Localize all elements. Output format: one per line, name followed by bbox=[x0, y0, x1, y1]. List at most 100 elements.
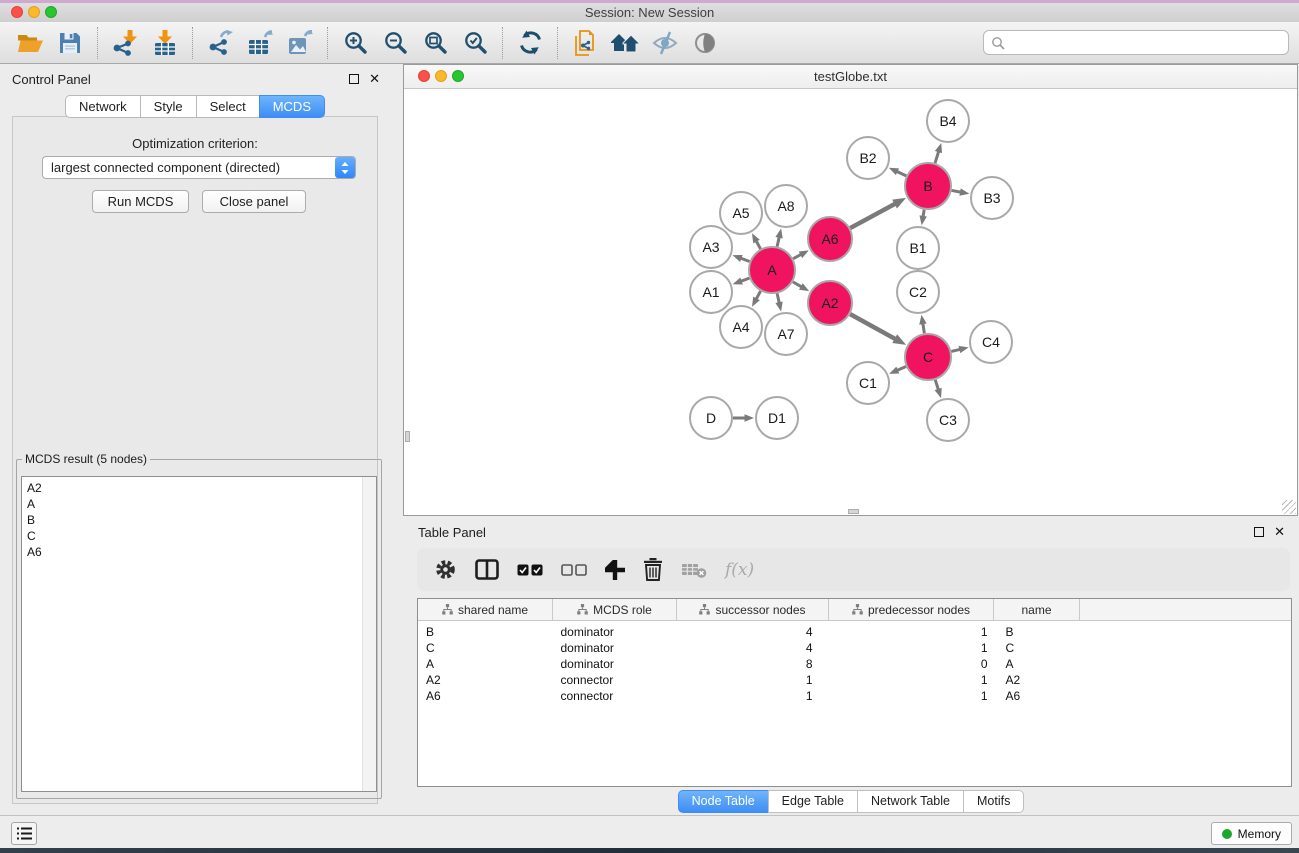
graph-edge-C-C1[interactable] bbox=[889, 367, 906, 374]
tab-edge-table[interactable]: Edge Table bbox=[768, 790, 858, 813]
graph-edge-B-B1[interactable] bbox=[919, 210, 926, 226]
table-cell[interactable]: B bbox=[994, 621, 1080, 641]
show-graphics-details-button[interactable] bbox=[685, 25, 725, 61]
import-table-button[interactable] bbox=[145, 25, 185, 61]
tab-node-table[interactable]: Node Table bbox=[678, 790, 769, 813]
tab-network-table[interactable]: Network Table bbox=[857, 790, 964, 813]
close-window-button[interactable] bbox=[11, 6, 23, 18]
graph-edge-A-A5[interactable] bbox=[752, 233, 761, 249]
table-mode-button[interactable] bbox=[434, 558, 457, 581]
table-cell[interactable]: 1 bbox=[829, 672, 994, 688]
zoom-in-button[interactable] bbox=[335, 25, 375, 61]
tab-motifs[interactable]: Motifs bbox=[963, 790, 1024, 813]
delete-columns-button[interactable] bbox=[643, 558, 663, 581]
table-cell[interactable]: A bbox=[994, 656, 1080, 672]
graph-edge-B-B4[interactable] bbox=[935, 143, 942, 163]
graph-node-B2[interactable]: B2 bbox=[847, 137, 889, 179]
scrollbar-track[interactable] bbox=[362, 477, 376, 791]
close-panel-icon[interactable]: ✕ bbox=[1274, 526, 1285, 538]
graph-edge-A6-B[interactable] bbox=[850, 198, 906, 228]
graph-edge-A-A4[interactable] bbox=[752, 291, 761, 307]
table-cell[interactable]: C bbox=[994, 640, 1080, 656]
close-network-button[interactable] bbox=[418, 70, 430, 82]
graph-node-A7[interactable]: A7 bbox=[765, 313, 807, 355]
table-cell[interactable]: B bbox=[418, 621, 553, 641]
column-header-successor-nodes[interactable]: successor nodes bbox=[677, 599, 829, 621]
minimize-window-button[interactable] bbox=[28, 6, 40, 18]
open-session-button[interactable] bbox=[10, 25, 50, 61]
table-cell[interactable]: A6 bbox=[994, 688, 1080, 704]
table-cell[interactable]: C bbox=[418, 640, 553, 656]
search-input[interactable] bbox=[1009, 32, 1288, 53]
show-columns-button[interactable] bbox=[475, 559, 499, 580]
apply-layout-button[interactable] bbox=[605, 25, 645, 61]
export-image-button[interactable] bbox=[280, 25, 320, 61]
graph-edge-A-A6[interactable] bbox=[793, 250, 809, 258]
export-network-button[interactable] bbox=[200, 25, 240, 61]
graph-node-C2[interactable]: C2 bbox=[897, 271, 939, 313]
graph-edge-A-A1[interactable] bbox=[733, 277, 750, 284]
table-cell[interactable]: 1 bbox=[829, 688, 994, 704]
graph-node-A2[interactable]: A2 bbox=[808, 281, 852, 325]
select-all-rows-button[interactable] bbox=[517, 564, 543, 576]
resize-grip[interactable] bbox=[1282, 500, 1296, 514]
float-panel-icon[interactable] bbox=[1254, 527, 1264, 537]
graph-node-D1[interactable]: D1 bbox=[756, 397, 798, 439]
zoom-selected-button[interactable] bbox=[455, 25, 495, 61]
table-cell[interactable]: connector bbox=[553, 688, 677, 704]
table-cell[interactable]: A2 bbox=[418, 672, 553, 688]
graph-edge-A-A7[interactable] bbox=[775, 293, 782, 311]
mcds-result-item[interactable]: A bbox=[22, 496, 362, 512]
graph-edge-B-B2[interactable] bbox=[889, 168, 906, 176]
table-cell[interactable]: connector bbox=[553, 672, 677, 688]
graph-edge-B-B3[interactable] bbox=[952, 188, 970, 195]
table-cell[interactable]: dominator bbox=[553, 621, 677, 641]
table-cell[interactable]: A2 bbox=[994, 672, 1080, 688]
splitter-handle[interactable] bbox=[405, 431, 410, 442]
zoom-network-button[interactable] bbox=[452, 70, 464, 82]
table-row[interactable]: Adominator80A bbox=[418, 656, 1291, 672]
zoom-window-button[interactable] bbox=[45, 6, 57, 18]
graph-node-A4[interactable]: A4 bbox=[720, 306, 762, 348]
clone-network-button[interactable] bbox=[565, 25, 605, 61]
optimization-select[interactable]: largest connected component (directed) bbox=[42, 156, 356, 179]
memory-button[interactable]: Memory bbox=[1211, 822, 1292, 845]
refresh-view-button[interactable] bbox=[510, 25, 550, 61]
tab-network[interactable]: Network bbox=[65, 95, 141, 118]
save-session-button[interactable] bbox=[50, 25, 90, 61]
graph-node-B4[interactable]: B4 bbox=[927, 100, 969, 142]
graph-edge-D-D1[interactable] bbox=[733, 414, 754, 422]
table-row[interactable]: Cdominator41C bbox=[418, 640, 1291, 656]
graph-node-C4[interactable]: C4 bbox=[970, 321, 1012, 363]
column-header-name[interactable]: name bbox=[994, 599, 1080, 621]
splitter-handle[interactable] bbox=[848, 509, 859, 514]
table-cell[interactable]: 1 bbox=[677, 672, 829, 688]
mcds-result-item[interactable]: A6 bbox=[22, 544, 362, 560]
mcds-result-item[interactable]: C bbox=[22, 528, 362, 544]
graph-edge-A2-C[interactable] bbox=[850, 314, 906, 345]
graph-node-B[interactable]: B bbox=[905, 163, 951, 209]
column-header-MCDS-role[interactable]: MCDS role bbox=[553, 599, 677, 621]
tab-mcds[interactable]: MCDS bbox=[259, 95, 325, 118]
close-panel-icon[interactable]: ✕ bbox=[369, 73, 380, 85]
import-network-button[interactable] bbox=[105, 25, 145, 61]
hide-selected-button[interactable] bbox=[645, 25, 685, 61]
table-row[interactable]: Bdominator41B bbox=[418, 621, 1291, 641]
tab-style[interactable]: Style bbox=[140, 95, 197, 118]
float-panel-icon[interactable] bbox=[349, 74, 359, 84]
table-cell[interactable]: 0 bbox=[829, 656, 994, 672]
table-cell[interactable]: 4 bbox=[677, 640, 829, 656]
export-table-button[interactable] bbox=[240, 25, 280, 61]
deselect-all-rows-button[interactable] bbox=[561, 564, 587, 576]
graph-node-A6[interactable]: A6 bbox=[808, 217, 852, 261]
graph-edge-C-C2[interactable] bbox=[919, 315, 926, 334]
column-header-predecessor-nodes[interactable]: predecessor nodes bbox=[829, 599, 994, 621]
graph-node-C[interactable]: C bbox=[905, 334, 951, 380]
graph-node-B1[interactable]: B1 bbox=[897, 227, 939, 269]
graph-node-A3[interactable]: A3 bbox=[690, 226, 732, 268]
graph-node-D[interactable]: D bbox=[690, 397, 732, 439]
table-cell[interactable]: A bbox=[418, 656, 553, 672]
zoom-out-button[interactable] bbox=[375, 25, 415, 61]
network-canvas[interactable]: AA1A2A3A4A5A6A7A8BB1B2B3B4CC1C2C3C4DD1 bbox=[404, 88, 1297, 515]
task-history-button[interactable] bbox=[11, 822, 37, 845]
